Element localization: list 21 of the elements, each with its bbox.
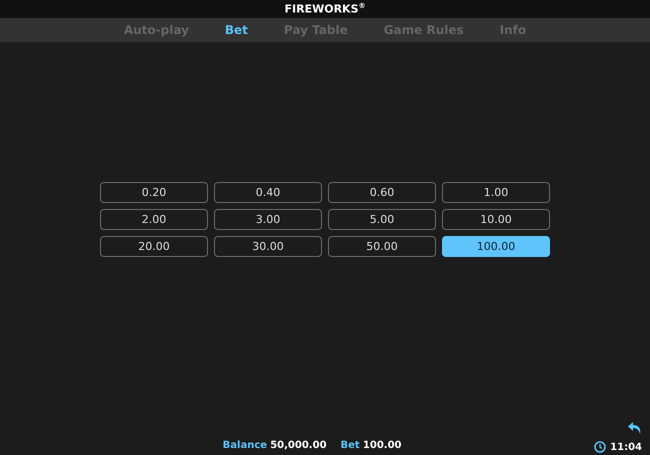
bet-label: Bet <box>340 440 360 451</box>
balance-value: 50,000.00 <box>270 440 327 451</box>
clock-time: 11:04 <box>610 442 642 452</box>
bet-option-button[interactable]: 100.00 <box>442 236 550 257</box>
bet-option-button[interactable]: 50.00 <box>328 236 436 257</box>
bet-option-button[interactable]: 0.60 <box>328 182 436 203</box>
bet-option-button[interactable]: 20.00 <box>100 236 208 257</box>
clock-icon <box>594 441 606 453</box>
tab[interactable]: Bet <box>214 20 258 40</box>
bet-option-button[interactable]: 3.00 <box>214 209 322 230</box>
bet-option-button[interactable]: 0.20 <box>100 182 208 203</box>
bet-option-button[interactable]: 10.00 <box>442 209 550 230</box>
bet-value: 100.00 <box>362 440 402 451</box>
back-icon[interactable] <box>628 421 642 435</box>
bet-option-button[interactable]: 5.00 <box>328 209 436 230</box>
bet-option-button[interactable]: 0.40 <box>214 182 322 203</box>
balance-label: Balance <box>222 440 268 451</box>
bet-option-button[interactable]: 2.00 <box>100 209 208 230</box>
game-title: FIREWORKS$^{®}$ <box>284 2 366 16</box>
bet-option-button[interactable]: 30.00 <box>214 236 322 257</box>
bet-option-button[interactable]: 1.00 <box>442 182 550 203</box>
